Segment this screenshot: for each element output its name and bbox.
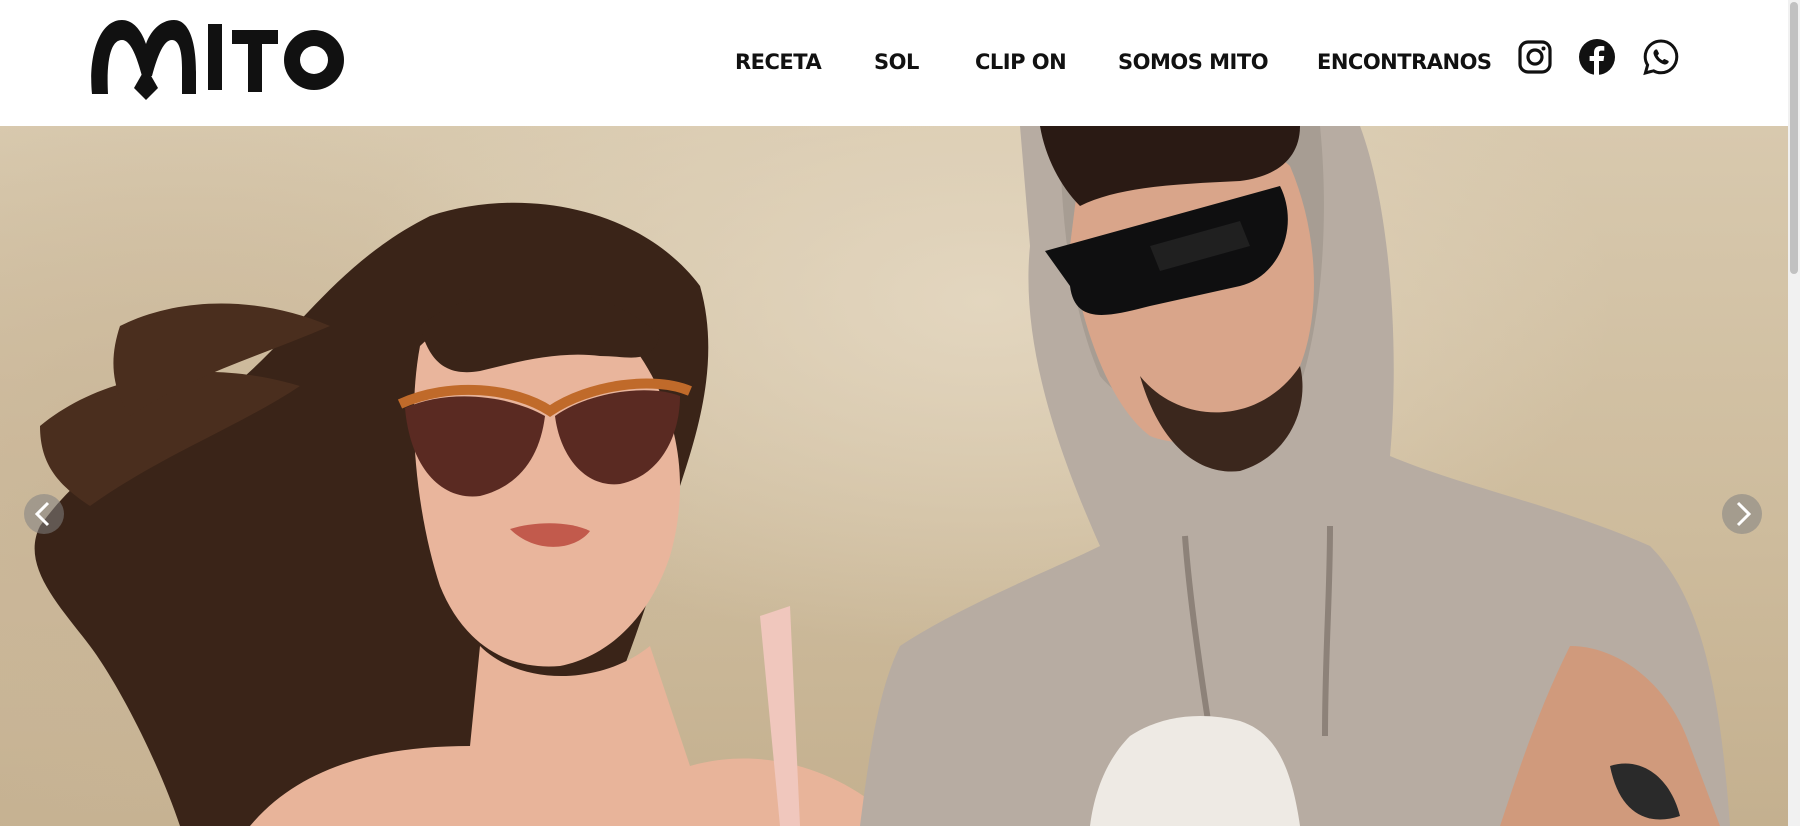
page-scrollbar[interactable] — [1788, 0, 1800, 826]
instagram-icon[interactable] — [1516, 38, 1554, 76]
whatsapp-icon[interactable] — [1642, 38, 1680, 76]
nav-item-clip-on[interactable]: CLIP ON — [975, 47, 1067, 77]
hero-photo — [34, 126, 1730, 826]
scrollbar-thumb[interactable] — [1790, 2, 1798, 274]
nav-item-somos-mito[interactable]: SOMOS MITO — [1118, 47, 1269, 77]
hero-slider — [0, 126, 1788, 826]
nav-item-encontranos[interactable]: ENCONTRANOS — [1317, 47, 1492, 77]
chevron-right-icon[interactable] — [1722, 494, 1762, 534]
nav-item-receta[interactable]: RECETA — [735, 47, 822, 77]
nav-item-sol[interactable]: SOL — [874, 47, 919, 77]
chevron-left-icon[interactable] — [24, 494, 64, 534]
mito-logo[interactable] — [86, 14, 350, 108]
facebook-icon[interactable] — [1578, 38, 1616, 76]
site-header: RECETA SOL CLIP ON SOMOS MITO ENCONTRANO… — [0, 0, 1788, 126]
